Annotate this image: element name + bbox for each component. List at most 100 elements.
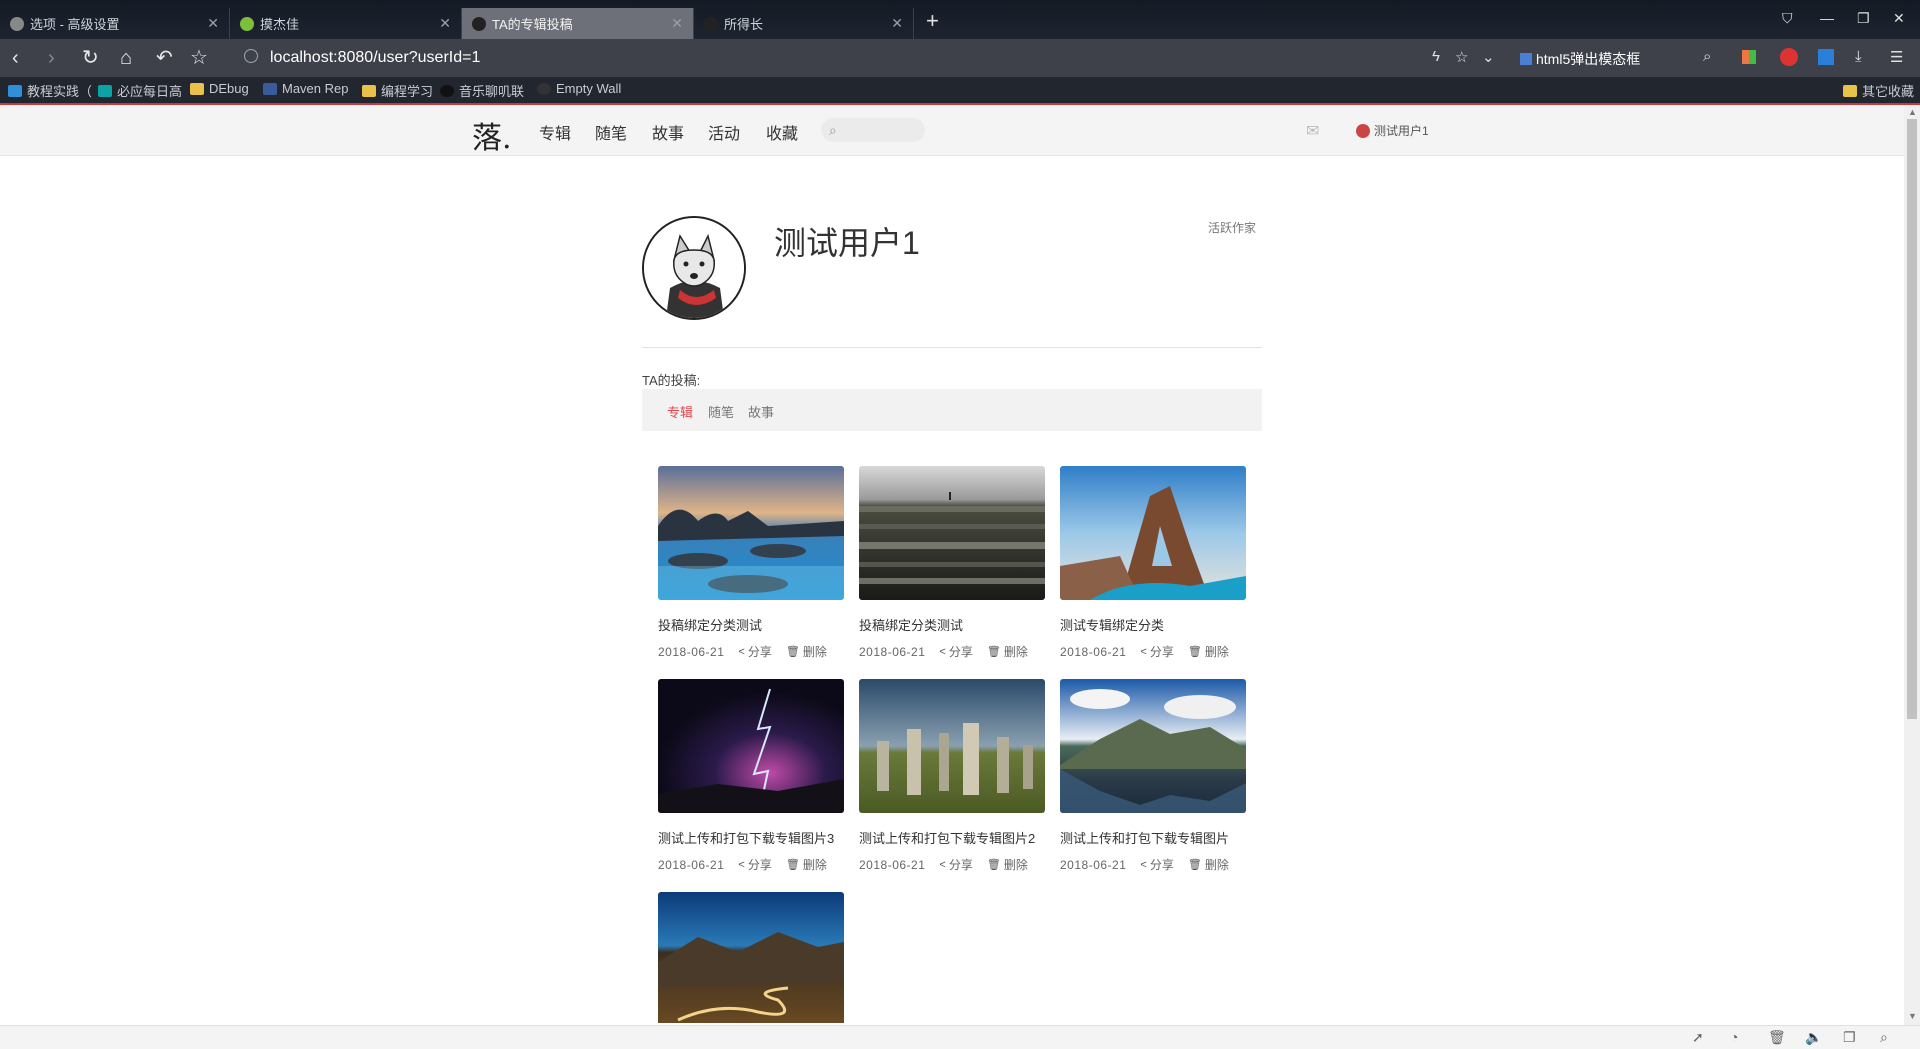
album-cover[interactable] [859,466,1045,600]
nav-item-albums[interactable]: 专辑 [539,120,571,144]
album-card[interactable]: 测试专辑绑定分类 2018-06-21 < 分享 🗑 删除 [1060,466,1246,660]
album-card[interactable]: 测试上传和打包下载专辑图片 2018-06-21 < 分享 🗑 删除 [1060,679,1246,873]
share-label: 分享 [948,858,973,872]
back-icon[interactable]: ‹ [12,46,19,70]
album-card[interactable]: 测试上传和打包下载专辑图片2 2018-06-21 < 分享 🗑 删除 [859,679,1045,873]
site-logo[interactable]: 落. [472,113,512,157]
share-button[interactable]: < 分享 [738,643,771,660]
undo-icon[interactable]: ↶ [156,46,173,70]
share-button[interactable]: < 分享 [939,643,972,660]
delete-button[interactable]: 🗑 删除 [786,856,827,873]
album-cover[interactable] [1060,679,1246,813]
nav-item-events[interactable]: 活动 [708,120,740,144]
menu-icon[interactable]: ☰ [1890,48,1903,66]
zoom-icon[interactable]: ⌕ [1880,1029,1888,1046]
album-date: 2018-06-21 [859,857,926,872]
close-icon[interactable]: ✕ [439,15,451,32]
delete-button[interactable]: 🗑 删除 [786,643,827,660]
delete-button[interactable]: 🗑 删除 [1188,643,1229,660]
album-title[interactable]: 测试上传和打包下载专辑图片 [1060,828,1246,847]
album-cover[interactable] [658,892,844,1023]
header-username: 测试用户1 [1374,124,1429,138]
album-cover[interactable] [1060,466,1246,600]
search-icon[interactable]: ⌕ [1703,48,1711,65]
delete-button[interactable]: 🗑 删除 [1188,856,1229,873]
forward-icon[interactable]: › [48,46,55,70]
delete-button[interactable]: 🗑 删除 [987,643,1028,660]
restore-icon[interactable]: ❐ [1857,10,1870,27]
browser-tab[interactable]: 摸杰佳 ✕ [230,8,462,39]
flash-icon[interactable]: ϟ [1432,48,1440,65]
window-icon[interactable]: ❐ [1843,1029,1856,1046]
bookmark-item[interactable]: 教程实践（ [8,81,92,100]
extension-bookmark[interactable]: html5弹出模态框 [1520,49,1640,69]
album-title[interactable]: 测试上传和打包下载专辑图片3 [658,828,844,847]
bookmark-label: 编程学习 [381,84,434,99]
close-icon[interactable]: ✕ [671,15,683,32]
album-card[interactable] [658,892,844,1023]
album-title[interactable]: 测试专辑绑定分类 [1060,615,1246,634]
bookmark-item[interactable]: 必应每日高 [98,81,182,100]
bookmark-item[interactable]: DEbug [190,81,249,96]
close-icon[interactable]: ✕ [207,15,219,32]
bookmark-item[interactable]: Empty Wall [537,81,621,96]
share-button[interactable]: < 分享 [1140,643,1173,660]
scroll-down-icon[interactable]: ▼ [1908,1011,1917,1021]
share-label: 分享 [747,645,772,659]
chevron-down-icon[interactable]: ⌄ [1482,48,1495,66]
minimize-icon[interactable]: — [1820,10,1834,26]
album-cover[interactable] [859,679,1045,813]
new-tab-button[interactable]: + [926,8,939,34]
tab-albums[interactable]: 专辑 [667,402,693,421]
share-button[interactable]: < 分享 [1140,856,1173,873]
bookmark-item-other[interactable]: 其它收藏 [1843,81,1914,100]
album-card[interactable]: 投稿绑定分类测试 2018-06-21 < 分享 🗑 删除 [859,466,1045,660]
browser-tab[interactable]: 所得长 ✕ [694,8,914,39]
bookmark-star-icon[interactable]: ☆ [190,46,208,70]
search-input[interactable]: ⌕ [821,118,925,142]
share-button[interactable]: < 分享 [939,856,972,873]
scrollbar-thumb[interactable] [1907,119,1917,719]
speed-icon[interactable]: ◔ [1730,1029,1738,1045]
album-title[interactable]: 测试上传和打包下载专辑图片2 [859,828,1045,847]
apps-icon[interactable] [1742,50,1756,64]
album-cover[interactable] [658,466,844,600]
address-bar[interactable]: localhost:8080/user?userId=1 [244,44,1394,72]
rocket-icon[interactable]: ➚ [1692,1029,1704,1046]
mail-icon[interactable]: ✉ [1306,121,1319,141]
album-card[interactable]: 测试上传和打包下载专辑图片3 2018-06-21 < 分享 🗑 删除 [658,679,844,873]
bookmark-item[interactable]: Maven Rep [263,81,348,96]
tv-icon [8,84,22,97]
tab-essays[interactable]: 随笔 [708,402,734,421]
zhihu-icon[interactable] [1818,49,1834,65]
album-card[interactable]: 投稿绑定分类测试 2018-06-21 < 分享 🗑 删除 [658,466,844,660]
bookmark-item[interactable]: 编程学习 [362,81,433,100]
header-user[interactable]: 测试用户1 [1356,122,1429,139]
star-icon[interactable]: ☆ [1455,48,1468,66]
reload-icon[interactable]: ↻ [82,46,99,70]
share-label: 分享 [1149,858,1174,872]
close-icon[interactable]: ✕ [891,15,903,32]
tab-stories[interactable]: 故事 [748,402,774,421]
vertical-scrollbar[interactable]: ▲ ▼ [1904,105,1920,1025]
download-icon[interactable]: ⤓ [1855,48,1862,65]
home-icon[interactable]: ⌂ [120,46,132,70]
delete-button[interactable]: 🗑 删除 [987,856,1028,873]
nav-item-stories[interactable]: 故事 [652,120,684,144]
bookmark-item[interactable]: 音乐聊叽联 [440,81,524,100]
delete-label: 删除 [1204,858,1229,872]
share-button[interactable]: < 分享 [738,856,771,873]
nav-item-favorites[interactable]: 收藏 [766,120,798,144]
album-title[interactable]: 投稿绑定分类测试 [658,615,844,634]
album-cover[interactable] [658,679,844,813]
nav-item-essays[interactable]: 随笔 [595,120,627,144]
shirt-icon[interactable]: ⛉ [1782,10,1793,27]
album-title[interactable]: 投稿绑定分类测试 [859,615,1045,634]
browser-tab[interactable]: 选项 - 高级设置 ✕ [0,8,230,39]
scroll-up-icon[interactable]: ▲ [1908,107,1917,117]
close-window-icon[interactable]: ✕ [1893,10,1905,27]
adblock-icon[interactable] [1780,48,1798,66]
trash-icon[interactable]: 🗑 [1768,1029,1786,1046]
browser-tab-active[interactable]: TA的专辑投稿 ✕ [462,8,694,39]
volume-icon[interactable]: 🔈 [1805,1029,1822,1046]
